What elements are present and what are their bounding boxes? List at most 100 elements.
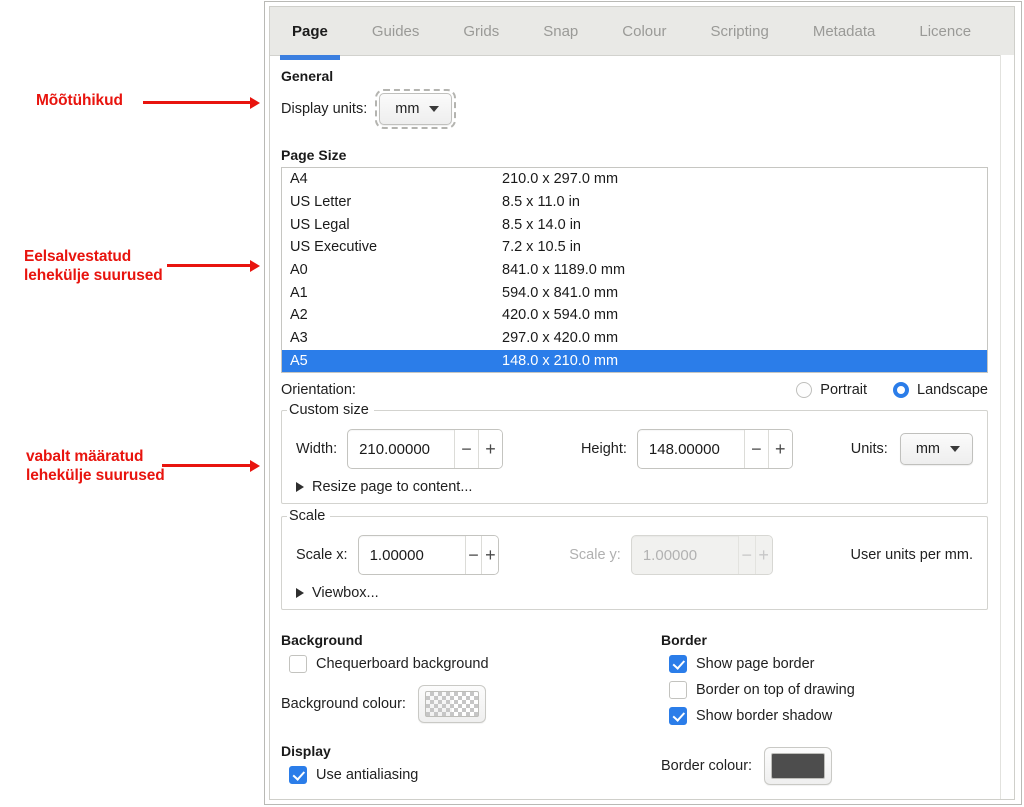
- width-increment-button[interactable]: +: [478, 430, 502, 468]
- page-size-dims: 297.0 x 420.0 mm: [502, 330, 619, 347]
- tab-colour[interactable]: Colour: [600, 7, 688, 55]
- tab-metadata[interactable]: Metadata: [791, 7, 898, 55]
- use-antialiasing-option[interactable]: Use antialiasing: [289, 766, 661, 784]
- tab-colour-label: Colour: [622, 22, 667, 40]
- height-stepper[interactable]: 148.00000 − +: [636, 429, 793, 469]
- page-size-dims: 594.0 x 841.0 mm: [502, 284, 619, 301]
- height-decrement-button[interactable]: −: [743, 430, 768, 468]
- show-border-shadow-checkbox-icon[interactable]: [669, 707, 687, 725]
- list-item[interactable]: A2 420.0 x 594.0 mm: [282, 304, 987, 327]
- display-units-value: mm: [395, 101, 420, 117]
- custom-units-value: mm: [915, 441, 940, 457]
- scale-y-increment-button: +: [754, 536, 772, 574]
- user-units-label: User units per mm.: [850, 547, 973, 563]
- page-size-dims: 210.0 x 297.0 mm: [502, 171, 619, 188]
- chequerboard-checkbox-icon[interactable]: [289, 655, 307, 673]
- page-size-name: US Letter: [290, 194, 352, 211]
- tab-bar: Page Guides Grids Snap Colour Scripting …: [270, 7, 1014, 60]
- background-colour-row: Background colour:: [281, 685, 661, 723]
- list-item[interactable]: US Legal 8.5 x 14.0 in: [282, 213, 987, 236]
- viewbox-disclosure[interactable]: Viewbox...: [296, 585, 973, 601]
- tab-metadata-label: Metadata: [812, 22, 876, 40]
- custom-size-legend: Custom size: [287, 402, 374, 418]
- page-size-name: A1: [290, 284, 308, 301]
- border-column: Border Show page border Border on top of…: [661, 628, 988, 792]
- list-item[interactable]: US Letter 8.5 x 11.0 in: [282, 191, 987, 214]
- show-page-border-checkbox-icon[interactable]: [669, 655, 687, 673]
- scale-legend: Scale: [287, 508, 331, 524]
- border-colour-row: Border colour:: [661, 747, 988, 785]
- page-size-section-title: Page Size: [281, 147, 347, 163]
- list-item[interactable]: US Executive 7.2 x 10.5 in: [282, 236, 987, 259]
- border-colour-chip: [771, 753, 826, 779]
- tab-grids[interactable]: Grids: [441, 7, 521, 55]
- orientation-landscape-option[interactable]: Landscape: [893, 382, 988, 398]
- scale-x-label: Scale x:: [296, 547, 348, 563]
- background-column: Background Chequerboard background Backg…: [281, 628, 661, 792]
- scale-x-input[interactable]: 1.00000: [359, 536, 465, 574]
- page-tab-content: General Display units: mm Page Size A4 21…: [270, 56, 1014, 799]
- tab-scripting[interactable]: Scripting: [688, 7, 790, 55]
- scale-x-increment-button[interactable]: +: [481, 536, 499, 574]
- orientation-portrait-option[interactable]: Portrait: [796, 382, 867, 398]
- annotation-arrow-preset-sizes: [167, 259, 260, 272]
- background-colour-swatch-button[interactable]: [417, 685, 486, 723]
- tab-licence-label: Licence: [919, 22, 972, 40]
- radio-portrait-icon: [796, 382, 813, 398]
- page-size-name: US Legal: [290, 216, 350, 233]
- custom-units-dropdown[interactable]: mm: [899, 433, 973, 465]
- background-colour-label: Background colour:: [281, 696, 406, 712]
- width-decrement-button[interactable]: −: [454, 430, 479, 468]
- width-input[interactable]: 210.00000: [348, 430, 454, 468]
- chevron-down-icon: [429, 106, 440, 112]
- border-section-title: Border: [661, 632, 707, 648]
- display-section-title: Display: [281, 743, 331, 759]
- show-page-border-label: Show page border: [696, 656, 815, 672]
- orientation-row: Orientation: Portrait Landscape: [281, 382, 988, 398]
- annotation-custom-sizes: vabalt määratud lehekülje suurused: [26, 448, 165, 484]
- chequerboard-background-option[interactable]: Chequerboard background: [289, 655, 661, 673]
- tab-page[interactable]: Page: [270, 7, 350, 60]
- show-border-shadow-option[interactable]: Show border shadow: [669, 707, 988, 725]
- border-colour-swatch-button[interactable]: [764, 747, 833, 785]
- show-page-border-option[interactable]: Show page border: [669, 655, 988, 673]
- scale-y-decrement-button: −: [737, 536, 755, 574]
- border-on-top-label: Border on top of drawing: [696, 682, 855, 698]
- triangle-right-icon: [296, 482, 304, 492]
- border-on-top-checkbox-icon[interactable]: [669, 681, 687, 699]
- dialog-inner: Page Guides Grids Snap Colour Scripting …: [269, 6, 1015, 800]
- resize-page-to-content-disclosure[interactable]: Resize page to content...: [296, 479, 973, 495]
- display-units-dropdown[interactable]: mm: [375, 89, 457, 129]
- background-colour-chip: [424, 691, 479, 717]
- page-size-list[interactable]: A4 210.0 x 297.0 mm US Letter 8.5 x 11.0 i…: [281, 167, 988, 373]
- border-on-top-option[interactable]: Border on top of drawing: [669, 681, 988, 699]
- resize-page-to-content-label: Resize page to content...: [312, 479, 473, 495]
- custom-size-group: Custom size Width: 210.00000 − + Height:: [281, 402, 988, 504]
- tab-licence[interactable]: Licence: [897, 7, 993, 55]
- page-size-dims: 841.0 x 1189.0 mm: [502, 262, 626, 279]
- annotation-units: Mõõtühikud: [36, 92, 123, 109]
- antialiasing-checkbox-icon[interactable]: [289, 766, 307, 784]
- background-section-title: Background: [281, 632, 363, 648]
- tab-guides[interactable]: Guides: [350, 7, 442, 55]
- height-increment-button[interactable]: +: [767, 430, 792, 468]
- custom-size-body: Width: 210.00000 − + Height: 148.00000 −…: [282, 411, 987, 503]
- page-size-dims: 420.0 x 594.0 mm: [502, 307, 619, 324]
- list-item-selected[interactable]: A5 148.0 x 210.0 mm: [282, 349, 987, 372]
- tab-snap[interactable]: Snap: [521, 7, 600, 55]
- scale-y-label: Scale y:: [569, 547, 621, 563]
- scale-x-decrement-button[interactable]: −: [464, 536, 482, 574]
- scale-body: Scale x: 1.00000 − + Scale y: 1.00000 − …: [282, 517, 987, 609]
- scale-x-stepper[interactable]: 1.00000 − +: [357, 535, 500, 575]
- width-stepper[interactable]: 210.00000 − +: [347, 429, 503, 469]
- list-item[interactable]: A4 210.0 x 297.0 mm: [282, 168, 987, 191]
- show-border-shadow-label: Show border shadow: [696, 708, 833, 724]
- list-item[interactable]: A0 841.0 x 1189.0 mm: [282, 259, 987, 282]
- list-item[interactable]: A1 594.0 x 841.0 mm: [282, 281, 987, 304]
- page-size-name: A3: [290, 330, 308, 347]
- height-input[interactable]: 148.00000: [638, 430, 744, 468]
- display-units-row: Display units: mm: [281, 89, 988, 129]
- scale-y-input: 1.00000: [642, 546, 698, 564]
- list-item[interactable]: A3 297.0 x 420.0 mm: [282, 327, 987, 350]
- general-section-title: General: [281, 68, 334, 84]
